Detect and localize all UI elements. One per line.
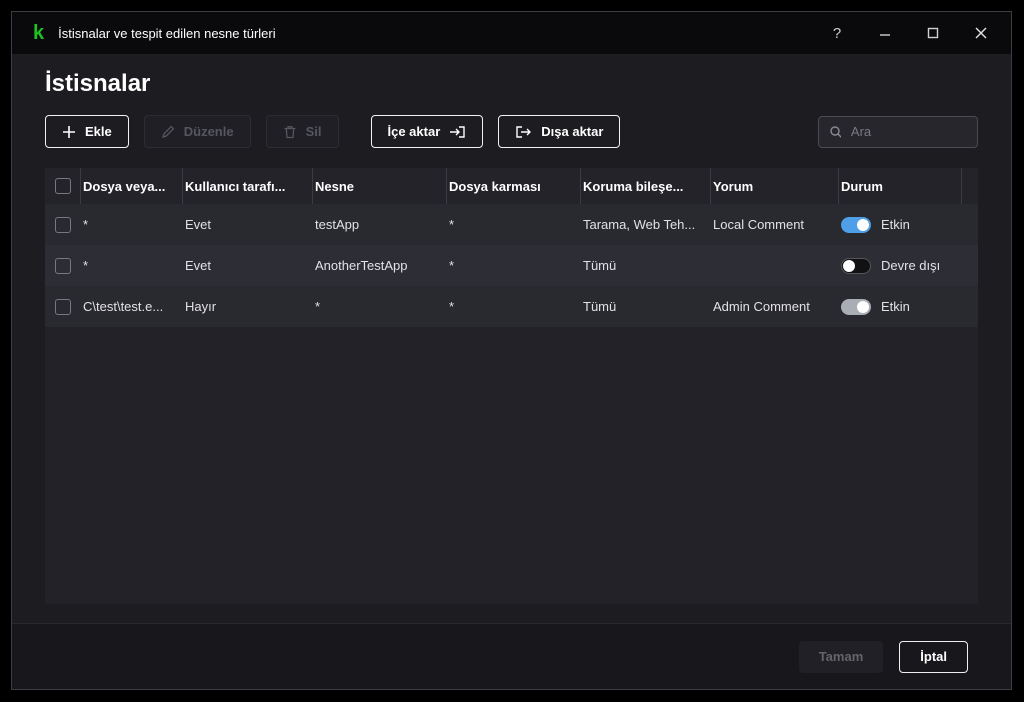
export-icon — [516, 125, 532, 138]
cell-user-added: Evet — [185, 258, 212, 273]
page-title: İstisnalar — [45, 70, 151, 97]
search-input[interactable] — [848, 123, 967, 140]
cell-components: Tümü — [583, 258, 617, 273]
edit-button-label: Düzenle — [183, 124, 234, 139]
col-user-added[interactable]: Kullanıcı tarafı... — [183, 168, 313, 204]
cell-object: * — [315, 299, 321, 314]
cell-status: Etkin — [839, 298, 962, 315]
status-label: Etkin — [881, 299, 910, 314]
add-button[interactable]: Ekle — [45, 115, 129, 148]
pencil-icon — [161, 125, 175, 138]
maximize-button[interactable] — [924, 24, 942, 42]
window-title: İstisnalar ve tespit edilen nesne türler… — [58, 25, 276, 41]
cell-comment: Admin Comment — [713, 299, 810, 314]
export-button-label: Dışa aktar — [541, 124, 604, 139]
status-label: Etkin — [881, 217, 910, 232]
import-button[interactable]: İçe aktar — [370, 115, 484, 148]
help-button[interactable]: ? — [828, 24, 846, 42]
col-comment[interactable]: Yorum — [711, 168, 839, 204]
cell-components: Tümü — [583, 299, 617, 314]
cell-user-added: Evet — [185, 217, 212, 232]
maximize-icon — [927, 27, 939, 39]
cell-file: * — [83, 258, 89, 273]
cell-comment: Local Comment — [713, 217, 805, 232]
col-hash[interactable]: Dosya karması — [447, 168, 581, 204]
trash-icon — [284, 125, 296, 138]
window-controls: ? — [828, 24, 990, 42]
import-button-label: İçe aktar — [387, 124, 441, 139]
table-empty-area — [45, 327, 978, 604]
ok-button[interactable]: Tamam — [798, 640, 884, 673]
table-row[interactable]: * Evet AnotherTestApp * Tümü Devre dışı — [45, 245, 978, 286]
toolbar: Ekle Düzenle Sil İçe aktar Dışa aktar — [45, 115, 978, 148]
cell-hash: * — [449, 299, 455, 314]
row-checkbox[interactable] — [55, 216, 71, 233]
col-status[interactable]: Durum — [839, 168, 962, 204]
delete-button-label: Sil — [305, 124, 322, 139]
col-file[interactable]: Dosya veya... — [81, 168, 183, 204]
edit-button[interactable]: Düzenle — [143, 115, 251, 148]
search-icon — [830, 125, 841, 138]
dialog-footer: Tamam İptal — [12, 623, 1011, 689]
cell-object: testApp — [315, 217, 360, 232]
table-header: Dosya veya... Kullanıcı tarafı... Nesne … — [45, 168, 978, 204]
col-object[interactable]: Nesne — [313, 168, 447, 204]
import-icon — [450, 125, 465, 138]
table-row[interactable]: * Evet testApp * Tarama, Web Teh... Loca… — [45, 204, 978, 245]
status-toggle[interactable] — [841, 298, 871, 315]
exclusions-table: Dosya veya... Kullanıcı tarafı... Nesne … — [45, 168, 978, 604]
table-row[interactable]: C\test\test.e... Hayır * * Tümü Admin Co… — [45, 286, 978, 327]
exclusions-dialog: k İstisnalar ve tespit edilen nesne türl… — [11, 11, 1012, 690]
export-button[interactable]: Dışa aktar — [498, 115, 621, 148]
plus-icon — [63, 125, 75, 138]
cell-status: Devre dışı — [839, 257, 962, 274]
minimize-button[interactable] — [876, 24, 894, 42]
status-toggle[interactable] — [841, 216, 871, 233]
kaspersky-logo-icon: k — [33, 22, 45, 44]
cell-user-added: Hayır — [185, 299, 217, 314]
cancel-button[interactable]: İptal — [899, 640, 968, 673]
close-button[interactable] — [972, 24, 990, 42]
title-bar: k İstisnalar ve tespit edilen nesne türl… — [12, 12, 1011, 54]
cell-status: Etkin — [839, 216, 962, 233]
select-all-checkbox[interactable] — [54, 178, 71, 194]
close-icon — [975, 27, 987, 39]
cell-hash: * — [449, 217, 455, 232]
cell-file: * — [83, 217, 89, 232]
cell-object: AnotherTestApp — [315, 258, 408, 273]
search-box[interactable] — [818, 115, 978, 148]
header-checkbox-cell[interactable] — [45, 168, 81, 204]
col-components[interactable]: Koruma bileşe... — [581, 168, 711, 204]
status-label: Devre dışı — [881, 258, 941, 273]
scrollbar-gutter — [962, 168, 978, 204]
cell-file: C\test\test.e... — [83, 299, 164, 314]
minimize-icon — [880, 34, 890, 36]
row-checkbox[interactable] — [55, 257, 71, 274]
cell-components: Tarama, Web Teh... — [583, 217, 696, 232]
delete-button[interactable]: Sil — [265, 115, 339, 148]
cell-hash: * — [449, 258, 455, 273]
status-toggle[interactable] — [841, 257, 871, 274]
add-button-label: Ekle — [85, 124, 112, 139]
row-checkbox[interactable] — [55, 298, 71, 315]
